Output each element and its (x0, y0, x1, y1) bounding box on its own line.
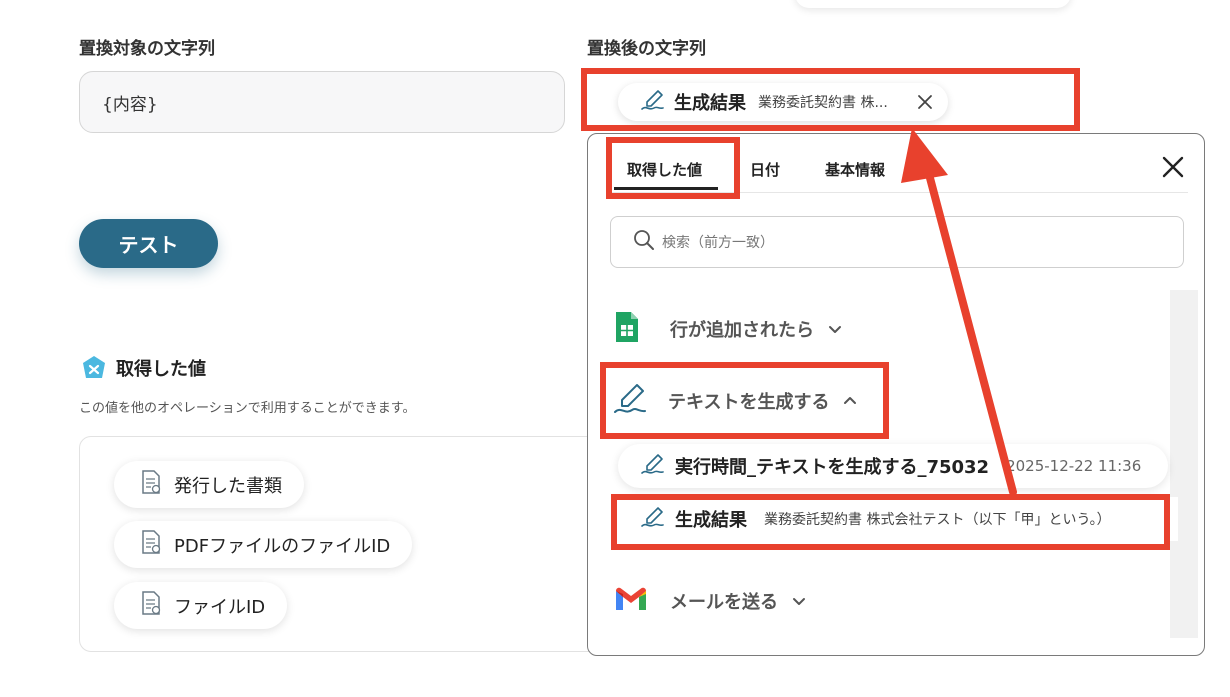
obtained-value-label: 発行した書類 (174, 475, 282, 497)
source-string-input[interactable]: {内容} (79, 71, 565, 133)
highlight-section-generate (600, 362, 889, 439)
document-icon (140, 469, 162, 500)
highlight-target-field (581, 68, 1080, 131)
obtained-value-label: PDFファイルのファイルID (174, 535, 391, 557)
obtained-value-chip[interactable]: 発行した書類 (114, 461, 304, 508)
document-icon (140, 529, 162, 560)
obtained-value-label: ファイルID (174, 596, 266, 618)
obtained-value-chip[interactable]: PDFファイルのファイルID (114, 521, 413, 568)
google-sheets-icon (614, 310, 640, 348)
obtained-values-description: この値を他のオペレーションで利用することができます。 (79, 401, 416, 416)
chevron-down-icon (826, 320, 844, 338)
section-send-mail[interactable]: メールを送る (614, 586, 808, 616)
ai-pen-icon (640, 452, 666, 480)
source-string-label: 置換対象の文字列 (79, 39, 215, 59)
close-icon[interactable] (1160, 154, 1186, 180)
section-row-added[interactable]: 行が追加されたら (614, 310, 844, 348)
obtained-values-list: 発行した書類 PDFファイルのファイルID ファイルID (79, 436, 609, 652)
obtained-values-title: 取得した値 (116, 359, 206, 380)
tab-basic-info[interactable]: 基本情報 (825, 159, 885, 180)
highlight-tab-obtained (606, 137, 740, 199)
yoom-logo-icon (81, 355, 107, 381)
gmail-icon (614, 586, 648, 616)
document-icon (140, 590, 162, 621)
obtained-value-chip[interactable]: ファイルID (114, 582, 288, 629)
search-icon (633, 229, 655, 255)
highlight-generated-result (611, 494, 1170, 550)
section-label: 行が追加されたら (670, 320, 814, 341)
search-input[interactable]: 検索（前方一致） (610, 216, 1184, 268)
tab-date[interactable]: 日付 (750, 159, 780, 180)
source-string-value: {内容} (102, 94, 158, 115)
scrollbar[interactable] (1170, 290, 1198, 638)
target-string-label: 置換後の文字列 (587, 39, 706, 59)
section-label: メールを送る (670, 592, 778, 613)
obtained-values-heading: 取得した値 (81, 355, 206, 381)
list-item-exec-time[interactable]: 実行時間_テキストを生成する_75032 2025-12-22 11:36 (618, 444, 1168, 488)
chevron-down-icon (790, 592, 808, 610)
search-placeholder: 検索（前方一致） (662, 235, 774, 251)
test-button[interactable]: テスト (79, 219, 218, 268)
item-label: 実行時間_テキストを生成する_75032 (675, 457, 990, 478)
item-value: 2025-12-22 11:36 (1006, 457, 1142, 475)
floating-pill-top (795, 0, 1071, 8)
